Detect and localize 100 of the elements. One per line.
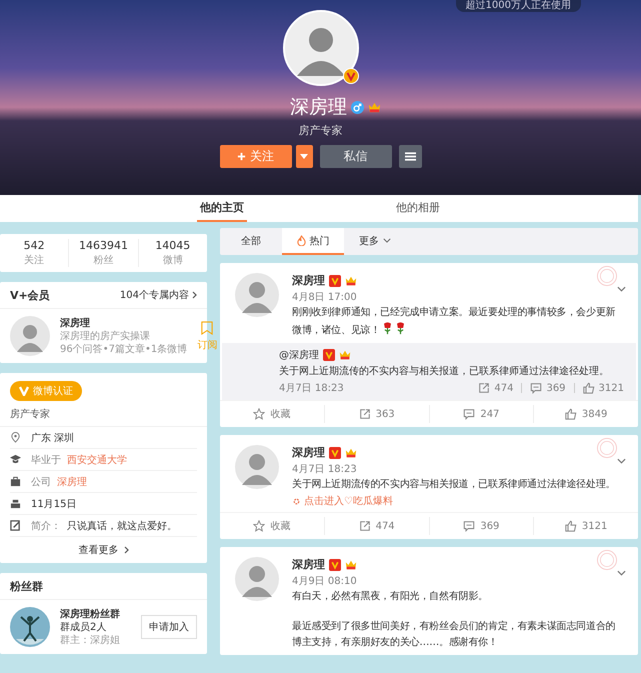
exclusive-content-link[interactable]: 104个专属内容 bbox=[120, 288, 197, 302]
menu-button[interactable] bbox=[398, 145, 422, 168]
author-name[interactable]: 深房理 bbox=[292, 445, 325, 460]
repost-count[interactable]: 474 bbox=[478, 382, 514, 394]
plus-icon bbox=[237, 152, 246, 161]
comment-icon bbox=[463, 408, 476, 420]
favorite-button[interactable]: 收藏 bbox=[220, 405, 324, 423]
course-counts: 96个问答•7篇文章•1条微博 bbox=[60, 342, 188, 356]
info-label: 毕业于 bbox=[31, 454, 61, 466]
group-owner: 群主：深房姐 bbox=[60, 634, 121, 646]
stat-label: 粉丝 bbox=[93, 254, 114, 267]
share-icon bbox=[358, 520, 371, 532]
location-pin-icon bbox=[10, 432, 21, 443]
male-icon bbox=[351, 100, 364, 114]
chevron-down-icon bbox=[383, 238, 391, 243]
view-more-link[interactable]: 查看更多 bbox=[78, 543, 128, 557]
verified-icon bbox=[329, 274, 341, 286]
stat-count[interactable]: 1463941 bbox=[78, 239, 128, 252]
card-title: 粉丝群 bbox=[10, 578, 43, 594]
chevron-right-icon bbox=[124, 546, 128, 554]
comment-count[interactable]: 369 bbox=[530, 382, 566, 394]
verified-icon bbox=[329, 446, 341, 458]
stat-count[interactable]: 542 bbox=[24, 239, 45, 252]
post-text: 有白天，必然有黑夜，有阳光，自然有阴影。 bbox=[292, 590, 490, 604]
like-count[interactable]: 3121 bbox=[582, 382, 624, 394]
share-icon bbox=[478, 382, 490, 394]
avatar-icon bbox=[282, 10, 358, 86]
repost-button[interactable]: 474 bbox=[324, 517, 428, 535]
topic-link[interactable]: 点击进入♡吃瓜爆料 bbox=[292, 494, 393, 508]
stamp-icon bbox=[596, 549, 618, 571]
feed-tab[interactable]: 热门 bbox=[282, 228, 344, 255]
bookmark-icon bbox=[201, 320, 214, 334]
message-button[interactable]: 私信 bbox=[320, 145, 392, 168]
follow-dropdown-button[interactable] bbox=[296, 145, 312, 168]
flower-icon bbox=[292, 496, 301, 506]
cake-icon bbox=[10, 498, 21, 509]
like-button[interactable]: 3121 bbox=[533, 517, 638, 535]
author-name[interactable]: 深房理 bbox=[292, 273, 325, 288]
group-avatar-icon bbox=[10, 607, 50, 647]
v-icon bbox=[19, 386, 29, 396]
post-text: 最近感受到了很多世间美好，有粉丝会员们的肯定，有素未谋面志同道合的博主支持，有亲朋好友的关心……。感谢有你！ bbox=[292, 620, 616, 650]
stat-label: 微博 bbox=[162, 254, 183, 267]
caret-icon bbox=[300, 154, 308, 159]
verified-icon bbox=[329, 558, 341, 570]
feed-tab[interactable]: 全部 bbox=[220, 228, 282, 255]
chevron-down-icon[interactable] bbox=[617, 286, 626, 292]
crown-icon bbox=[368, 100, 381, 114]
stat-label: 关注 bbox=[24, 254, 44, 267]
card-title: V+会员 bbox=[10, 288, 50, 302]
avatar-icon bbox=[10, 316, 50, 356]
rose-icon bbox=[382, 321, 394, 335]
avatar-icon bbox=[235, 273, 279, 317]
star-icon bbox=[253, 408, 266, 420]
join-button[interactable]: 申请加入 bbox=[141, 615, 197, 639]
info-label: 公司 bbox=[31, 476, 51, 488]
post-time[interactable]: 4月9日 08:10 bbox=[292, 574, 624, 588]
author-name[interactable]: 深房理 bbox=[292, 557, 325, 572]
user-name: 深房理 bbox=[290, 95, 347, 120]
briefcase-icon bbox=[10, 476, 21, 487]
follow-button[interactable]: 关注 bbox=[220, 145, 292, 168]
stamp-icon bbox=[596, 437, 618, 459]
user-title: 房产专家 bbox=[298, 123, 342, 138]
comment-icon bbox=[463, 520, 476, 532]
info-text: 11月15日 bbox=[31, 498, 76, 510]
repost-button[interactable]: 363 bbox=[324, 405, 428, 423]
comment-button[interactable]: 369 bbox=[428, 517, 534, 535]
comment-button[interactable]: 247 bbox=[428, 405, 534, 423]
chevron-down-icon[interactable] bbox=[617, 570, 626, 576]
course-title: 深房理的房产实操课 bbox=[60, 330, 151, 342]
profile-tab[interactable]: 他的相册 bbox=[393, 195, 443, 222]
crown-icon bbox=[345, 446, 357, 458]
verified-title: 房产专家 bbox=[10, 408, 51, 421]
feed-tab[interactable]: 更多 bbox=[344, 228, 406, 255]
comment-icon bbox=[530, 382, 542, 394]
promo-badge: 超过1000万人正在使用 bbox=[456, 0, 581, 12]
thumbs-up-icon bbox=[564, 520, 577, 532]
verified-icon bbox=[323, 349, 335, 361]
info-link[interactable]: 深房理 bbox=[57, 474, 87, 488]
profile-tab[interactable]: 他的主页 bbox=[197, 195, 247, 222]
favorite-button[interactable]: 收藏 bbox=[220, 517, 324, 535]
verified-badge: 微博认证 bbox=[10, 381, 82, 401]
post-time[interactable]: 4月7日 18:23 bbox=[292, 462, 624, 476]
avatar-icon bbox=[235, 557, 279, 601]
post-time[interactable]: 4月8日 17:00 bbox=[292, 290, 624, 304]
verified-icon bbox=[342, 68, 358, 84]
repost-time[interactable]: 4月7日 18:23 bbox=[279, 381, 344, 395]
chevron-down-icon[interactable] bbox=[617, 458, 626, 464]
chevron-right-icon bbox=[192, 291, 197, 299]
info-text: 只说真话，就这点爱好。 bbox=[67, 520, 177, 532]
group-members: 群成员2人 bbox=[60, 620, 108, 634]
repost-author[interactable]: @深房理 bbox=[279, 348, 319, 362]
star-icon bbox=[253, 520, 266, 532]
like-button[interactable]: 3849 bbox=[533, 405, 638, 423]
post-text: 关于网上近期流传的不实内容与相关报道，已联系律师通过法律途径处理。 bbox=[292, 478, 616, 492]
rose-icon bbox=[395, 321, 406, 335]
stamp-icon bbox=[596, 265, 618, 287]
thumbs-up-icon bbox=[564, 408, 577, 420]
crown-icon bbox=[345, 274, 357, 286]
info-link[interactable]: 西安交通大学 bbox=[67, 452, 127, 466]
stat-count[interactable]: 14045 bbox=[155, 239, 190, 252]
